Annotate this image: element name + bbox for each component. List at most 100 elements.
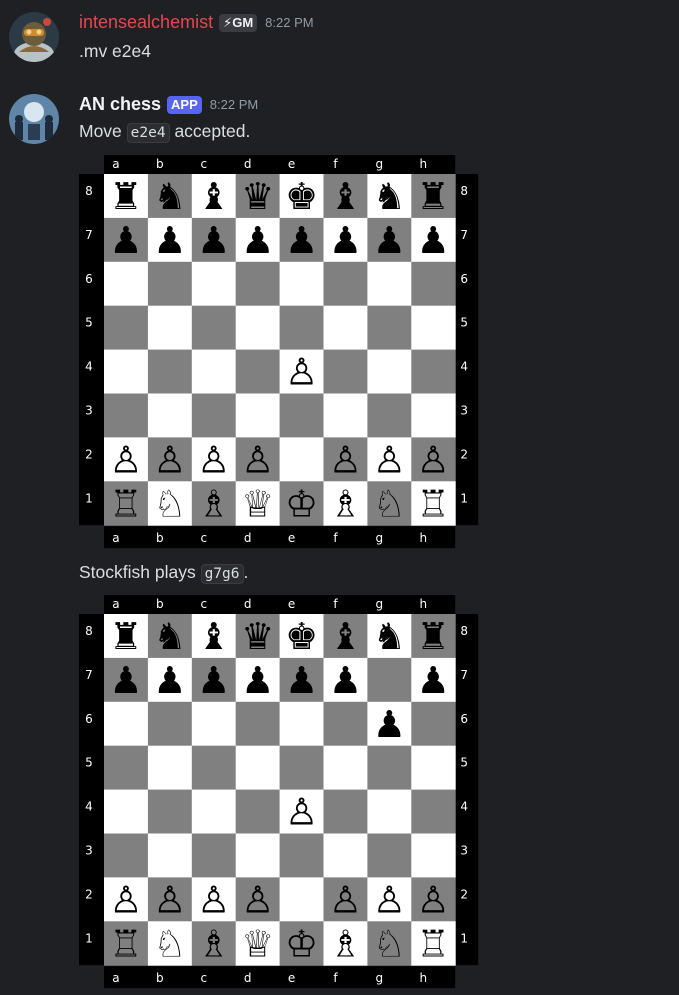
black-pawn-piece[interactable]: ♟ — [241, 659, 274, 702]
square-g3[interactable] — [367, 833, 412, 878]
black-queen-piece[interactable]: ♛ — [241, 615, 274, 658]
black-knight-piece[interactable]: ♞ — [373, 175, 406, 218]
square-h5[interactable] — [411, 745, 456, 791]
white-rook-piece[interactable]: ♖ — [417, 482, 450, 525]
white-pawn-piece[interactable]: ♙ — [329, 878, 362, 921]
white-pawn-piece[interactable]: ♙ — [241, 438, 274, 481]
square-c6[interactable] — [191, 261, 237, 307]
black-rook-piece[interactable]: ♜ — [109, 175, 142, 218]
square-h6[interactable] — [411, 701, 456, 747]
white-pawn-piece[interactable]: ♙ — [153, 878, 186, 921]
black-pawn-piece[interactable]: ♟ — [417, 659, 450, 702]
square-g5[interactable] — [367, 305, 412, 351]
square-c3[interactable] — [191, 833, 237, 878]
square-e5[interactable] — [279, 745, 324, 791]
square-g5[interactable] — [367, 745, 412, 791]
black-bishop-piece[interactable]: ♝ — [329, 175, 362, 218]
white-pawn-piece[interactable]: ♙ — [373, 438, 406, 481]
square-f6[interactable] — [323, 701, 368, 747]
square-g7[interactable] — [367, 657, 412, 703]
white-rook-piece[interactable]: ♖ — [109, 482, 142, 525]
white-bishop-piece[interactable]: ♗ — [329, 482, 362, 525]
white-bishop-piece[interactable]: ♗ — [197, 922, 230, 965]
square-a6[interactable] — [104, 261, 149, 307]
black-pawn-piece[interactable]: ♟ — [197, 219, 230, 262]
square-g4[interactable] — [367, 789, 412, 834]
black-pawn-piece[interactable]: ♟ — [373, 703, 406, 746]
black-king-piece[interactable]: ♚ — [285, 615, 318, 658]
square-g3[interactable] — [367, 393, 412, 438]
square-c4[interactable] — [191, 349, 237, 394]
square-d3[interactable] — [235, 833, 281, 878]
white-bishop-piece[interactable]: ♗ — [329, 922, 362, 965]
black-pawn-piece[interactable]: ♟ — [285, 659, 318, 702]
white-queen-piece[interactable]: ♕ — [241, 482, 274, 525]
black-pawn-piece[interactable]: ♟ — [329, 219, 362, 262]
square-g6[interactable] — [367, 261, 412, 307]
black-queen-piece[interactable]: ♛ — [241, 175, 274, 218]
chess-board-after-g7g6[interactable]: ♜ ♞ ♝ ♛ ♚ ♝ ♞ ♜ ♟ ♟ ♟ ♟ ♟ ♟ ♟ ♟ ♙ ♙ ♙ ♙ ♙ ♙ ♙ ♙ ♖ ♘ ♗ ♕ ♔ ♗ ♘ ♖ a a b b c c d d… — [79, 594, 481, 995]
bot-avatar[interactable] — [9, 94, 59, 144]
black-pawn-piece[interactable]: ♟ — [241, 219, 274, 262]
black-pawn-piece[interactable]: ♟ — [153, 659, 186, 702]
square-e6[interactable] — [279, 261, 324, 307]
square-d6[interactable] — [235, 701, 281, 747]
bot-username[interactable]: AN chess — [79, 94, 161, 115]
square-c5[interactable] — [191, 305, 237, 351]
white-rook-piece[interactable]: ♖ — [109, 922, 142, 965]
black-bishop-piece[interactable]: ♝ — [197, 175, 230, 218]
square-d5[interactable] — [235, 745, 281, 791]
username[interactable]: intensealchemist — [79, 12, 213, 33]
square-a6[interactable] — [104, 701, 149, 747]
black-pawn-piece[interactable]: ♟ — [285, 219, 318, 262]
square-e2[interactable] — [279, 437, 324, 482]
black-bishop-piece[interactable]: ♝ — [197, 615, 230, 658]
square-c3[interactable] — [191, 393, 237, 438]
black-bishop-piece[interactable]: ♝ — [329, 615, 362, 658]
square-e5[interactable] — [279, 305, 324, 351]
black-rook-piece[interactable]: ♜ — [417, 615, 450, 658]
black-pawn-piece[interactable]: ♟ — [109, 659, 142, 702]
black-knight-piece[interactable]: ♞ — [153, 175, 186, 218]
square-h6[interactable] — [411, 261, 456, 307]
black-knight-piece[interactable]: ♞ — [373, 615, 406, 658]
square-f4[interactable] — [323, 789, 368, 834]
square-b5[interactable] — [147, 305, 193, 351]
square-d3[interactable] — [235, 393, 281, 438]
black-pawn-piece[interactable]: ♟ — [153, 219, 186, 262]
white-knight-piece[interactable]: ♘ — [373, 922, 406, 965]
square-g4[interactable] — [367, 349, 412, 394]
black-knight-piece[interactable]: ♞ — [153, 615, 186, 658]
white-pawn-piece[interactable]: ♙ — [197, 438, 230, 481]
white-pawn-piece[interactable]: ♙ — [285, 351, 318, 394]
square-d6[interactable] — [235, 261, 281, 307]
square-b6[interactable] — [147, 701, 193, 747]
white-bishop-piece[interactable]: ♗ — [197, 482, 230, 525]
square-b3[interactable] — [147, 393, 193, 438]
black-rook-piece[interactable]: ♜ — [417, 175, 450, 218]
square-b4[interactable] — [147, 349, 193, 394]
square-b5[interactable] — [147, 745, 193, 791]
square-h4[interactable] — [411, 789, 456, 834]
black-king-piece[interactable]: ♚ — [285, 175, 318, 218]
square-d4[interactable] — [235, 789, 281, 834]
white-pawn-piece[interactable]: ♙ — [153, 438, 186, 481]
square-e3[interactable] — [279, 833, 324, 878]
square-f3[interactable] — [323, 393, 368, 438]
square-e2[interactable] — [279, 877, 324, 922]
square-f6[interactable] — [323, 261, 368, 307]
square-a4[interactable] — [104, 349, 149, 394]
square-a3[interactable] — [104, 833, 149, 878]
white-pawn-piece[interactable]: ♙ — [197, 878, 230, 921]
square-b3[interactable] — [147, 833, 193, 878]
square-a5[interactable] — [104, 305, 149, 351]
square-f4[interactable] — [323, 349, 368, 394]
square-f5[interactable] — [323, 745, 368, 791]
square-a4[interactable] — [104, 789, 149, 834]
square-a3[interactable] — [104, 393, 149, 438]
square-c4[interactable] — [191, 789, 237, 834]
square-c5[interactable] — [191, 745, 237, 791]
square-h3[interactable] — [411, 833, 456, 878]
white-queen-piece[interactable]: ♕ — [241, 922, 274, 965]
white-king-piece[interactable]: ♔ — [285, 482, 318, 525]
